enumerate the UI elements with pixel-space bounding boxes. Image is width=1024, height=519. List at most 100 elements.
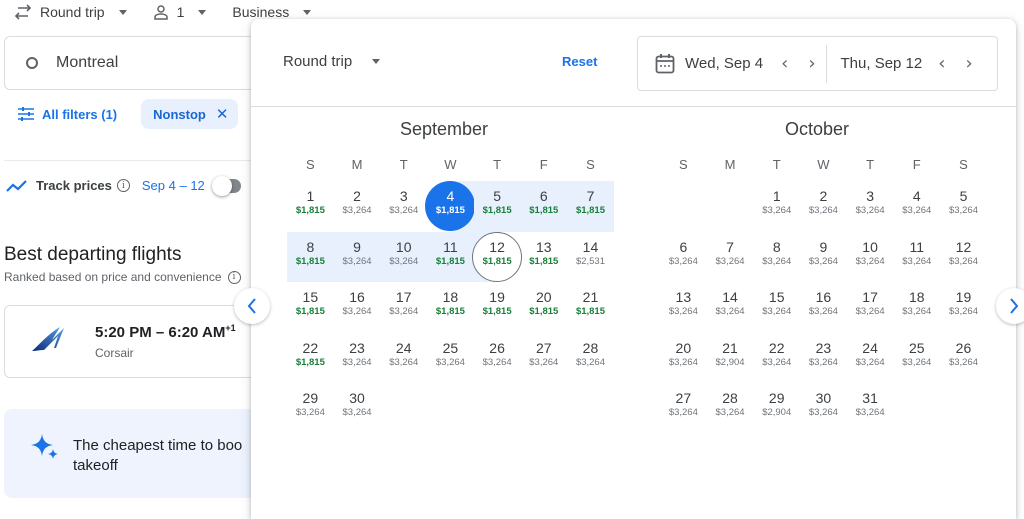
calendar-day[interactable]: 9 $3,264 xyxy=(800,232,847,283)
calendar-day[interactable]: 28 $3,264 xyxy=(707,383,754,434)
calendar-day[interactable]: 30 $3,264 xyxy=(800,383,847,434)
departure-prev-day-button[interactable]: ‹ xyxy=(781,53,788,74)
calendar-day[interactable]: 28 $3,264 xyxy=(567,333,614,384)
calendar-day[interactable]: 29 $2,904 xyxy=(753,383,800,434)
weekday-label: W xyxy=(817,157,830,172)
day-number: 5 xyxy=(959,188,968,204)
calendar-day[interactable]: 10 $3,264 xyxy=(380,231,428,282)
day-price: $3,264 xyxy=(295,407,325,418)
calendar-day[interactable]: 10 $3,264 xyxy=(847,232,894,283)
calendar-day[interactable]: 6 $1,815 xyxy=(520,181,568,232)
calendar-day[interactable]: 26 $3,264 xyxy=(940,333,987,384)
calendar-day[interactable]: 7 $3,264 xyxy=(707,232,754,283)
close-icon[interactable]: ✕ xyxy=(216,105,229,123)
day-number: 30 xyxy=(349,390,365,406)
calendar-day[interactable]: 3 $3,264 xyxy=(847,181,894,232)
calendar-day[interactable]: 30 $3,264 xyxy=(334,383,381,434)
calendar-day[interactable]: 19 $1,815 xyxy=(474,282,521,333)
calendar-day[interactable]: 3 $3,264 xyxy=(380,181,427,232)
calendar-day[interactable]: 9 $3,264 xyxy=(333,231,381,282)
weekday-label: F xyxy=(539,157,548,172)
calendar-day[interactable]: 20 $1,815 xyxy=(520,282,567,333)
day-price: $3,264 xyxy=(762,205,792,216)
calendar-day[interactable]: 13 $1,815 xyxy=(520,232,567,283)
day-number: 26 xyxy=(489,339,505,356)
calendar-day[interactable]: 8 $1,815 xyxy=(287,231,334,282)
calendar-day[interactable]: 18 $3,264 xyxy=(893,282,940,333)
calendar-day[interactable]: 23 $3,264 xyxy=(800,333,847,384)
calendar-day[interactable]: 15 $3,264 xyxy=(753,282,800,333)
return-prev-day-button[interactable]: ‹ xyxy=(938,53,945,74)
passengers-select[interactable]: 1 xyxy=(153,4,207,20)
info-icon[interactable]: i xyxy=(116,179,130,192)
departure-date-input[interactable]: Wed, Sep 4 xyxy=(685,55,763,72)
info-icon[interactable]: i xyxy=(227,270,241,284)
calendar-day[interactable]: 2 $3,264 xyxy=(800,181,847,232)
calendar-day[interactable]: 6 $3,264 xyxy=(660,232,707,283)
calendar-day[interactable]: 20 $3,264 xyxy=(660,333,707,384)
return-next-day-button[interactable]: › xyxy=(965,53,972,74)
calendar-day[interactable]: 12 $3,264 xyxy=(940,232,987,283)
day-price: $1,815 xyxy=(482,205,512,216)
calendar-day[interactable]: 24 $3,264 xyxy=(380,333,427,384)
day-number: 12 xyxy=(489,238,505,255)
calendar-day[interactable]: 22 $3,264 xyxy=(753,333,800,384)
calendar-day[interactable]: 24 $3,264 xyxy=(847,333,894,384)
calendar-day[interactable]: 23 $3,264 xyxy=(334,333,381,384)
calendar-day[interactable]: 27 $3,264 xyxy=(520,333,567,384)
calendar-day[interactable]: 17 $3,264 xyxy=(380,282,427,333)
calendar-day[interactable]: 5 $3,264 xyxy=(940,181,987,232)
day-number: 10 xyxy=(862,238,878,255)
calendar-day[interactable]: 11 $1,815 xyxy=(427,231,474,282)
empty-day-cell xyxy=(707,181,754,232)
calendar-day[interactable]: 4 $3,264 xyxy=(893,181,940,232)
calendar-day[interactable]: 16 $3,264 xyxy=(334,282,381,333)
picker-trip-type-select[interactable]: Round trip xyxy=(283,53,381,70)
calendar-day[interactable]: 16 $3,264 xyxy=(800,282,847,333)
calendar-day[interactable]: 22 $1,815 xyxy=(287,333,334,384)
day-number: 24 xyxy=(862,339,878,356)
calendar-day[interactable]: 29 $3,264 xyxy=(287,383,334,434)
nonstop-filter-chip[interactable]: Nonstop ✕ xyxy=(141,99,239,129)
calendar-day[interactable]: 11 $3,264 xyxy=(893,232,940,283)
departure-next-day-button[interactable]: › xyxy=(808,53,815,74)
divider xyxy=(825,44,827,83)
calendar-day[interactable]: 21 $1,815 xyxy=(567,282,614,333)
calendar-day[interactable]: 26 $3,264 xyxy=(474,333,521,384)
all-filters-button[interactable]: All filters (1) xyxy=(18,107,117,122)
day-number: 30 xyxy=(815,390,832,406)
calendar-day[interactable]: 14 $2,531 xyxy=(567,232,614,283)
calendar-day[interactable]: 1 $1,815 xyxy=(287,181,334,232)
calendar-day[interactable]: 15 $1,815 xyxy=(287,282,334,333)
day-number: 18 xyxy=(442,289,459,305)
calendar-day[interactable]: 8 $3,264 xyxy=(753,232,800,283)
trip-type-select[interactable]: Round trip xyxy=(14,4,127,20)
day-number: 21 xyxy=(722,339,738,356)
day-price: $3,264 xyxy=(808,306,838,317)
next-month-button[interactable] xyxy=(996,288,1024,324)
calendar-day[interactable]: 19 $3,264 xyxy=(940,282,987,333)
calendar-day[interactable]: 25 $3,264 xyxy=(427,333,474,384)
cabin-class-select[interactable]: Business xyxy=(232,4,312,20)
calendar-day[interactable]: 1 $3,264 xyxy=(753,181,800,232)
calendar-day[interactable]: 5 $1,815 xyxy=(473,181,521,232)
trending-line-icon xyxy=(6,179,27,192)
calendar-day[interactable]: 14 $3,264 xyxy=(707,282,754,333)
calendar-day[interactable]: 13 $3,264 xyxy=(660,282,707,333)
calendar-day[interactable]: 12 $1,815 xyxy=(472,231,523,282)
previous-month-button[interactable] xyxy=(234,288,270,324)
calendar-day[interactable]: 27 $3,264 xyxy=(660,383,707,434)
calendar-day[interactable]: 2 $3,264 xyxy=(334,181,381,232)
calendar-day[interactable]: 4 $1,815 xyxy=(425,181,476,232)
calendar-day[interactable]: 17 $3,264 xyxy=(847,282,894,333)
return-date-input[interactable]: Thu, Sep 12 xyxy=(841,55,923,72)
calendar-day[interactable]: 31 $3,264 xyxy=(847,383,894,434)
calendar-day[interactable]: 7 $1,815 xyxy=(567,181,614,232)
track-prices-toggle[interactable] xyxy=(211,175,241,196)
calendar-day[interactable]: 18 $1,815 xyxy=(427,282,474,333)
calendar-day[interactable]: 21 $2,904 xyxy=(707,333,754,384)
day-price: $1,815 xyxy=(295,205,325,216)
day-number: 27 xyxy=(675,390,692,406)
reset-button[interactable]: Reset xyxy=(562,54,597,69)
calendar-day[interactable]: 25 $3,264 xyxy=(893,333,940,384)
